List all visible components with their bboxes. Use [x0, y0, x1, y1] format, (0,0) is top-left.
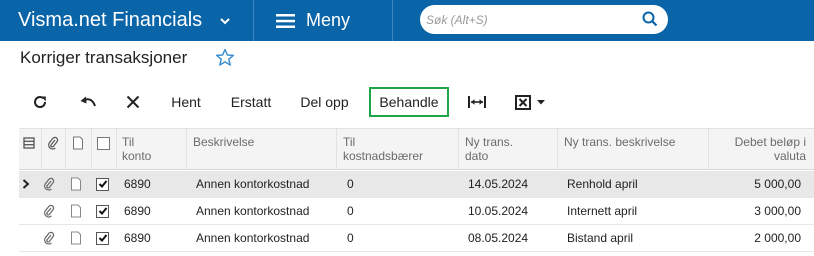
cell-debet-belop[interactable]: 5 000,00	[708, 171, 801, 197]
cell-beskrivelse[interactable]: Annen kontorkostnad	[196, 171, 309, 197]
col-ny-dato-label: Ny trans.	[465, 135, 514, 149]
table-row[interactable]: 6890 Annen kontorkostnad 0 14.05.2024 Re…	[19, 171, 814, 198]
company-switcher[interactable]: Visma.net Financials	[18, 0, 234, 41]
table-row[interactable]: 6890 Annen kontorkostnad 0 10.05.2024 In…	[19, 198, 814, 225]
cell-til-kostnadsbaerer[interactable]: 0	[347, 198, 354, 224]
note-icon[interactable]	[70, 171, 84, 197]
select-all-checkbox[interactable]	[97, 137, 110, 150]
undo-icon	[80, 96, 96, 107]
cell-ny-trans-beskrivelse[interactable]: Bistand april	[567, 225, 633, 251]
favorite-star-icon[interactable]	[215, 48, 235, 67]
close-icon	[126, 95, 140, 109]
paperclip-icon[interactable]	[43, 198, 59, 224]
erstatt-button[interactable]: Erstatt	[222, 87, 280, 117]
undo-button[interactable]	[76, 87, 100, 117]
column-selector-header[interactable]	[19, 129, 41, 170]
col-debet-label: Debet beløp i	[734, 135, 806, 149]
col-ny-trans-dato[interactable]: Ny trans. dato	[458, 129, 557, 170]
toolbar: Hent Erstatt Del opp Behandle	[0, 87, 814, 117]
paperclip-icon[interactable]	[43, 225, 59, 251]
note-icon[interactable]	[70, 225, 84, 251]
checkmark-icon	[96, 231, 109, 245]
transactions-grid: Til konto Beskrivelse Til kostnadsbærer …	[19, 128, 814, 256]
search-box	[420, 5, 668, 34]
cancel-button[interactable]	[121, 87, 145, 117]
top-bar: Visma.net Financials Meny	[0, 0, 814, 41]
row-checkbox[interactable]	[96, 198, 112, 224]
cell-ny-trans-dato[interactable]: 14.05.2024	[468, 171, 528, 197]
row-pointer-icon	[22, 171, 36, 197]
table-row[interactable]: 6890 Annen kontorkostnad 0 08.05.2024 Bi…	[19, 225, 814, 252]
row-checkbox[interactable]	[96, 225, 112, 251]
divider	[253, 0, 254, 41]
cell-ny-trans-dato[interactable]: 08.05.2024	[468, 225, 528, 251]
col-debet-belop[interactable]: Debet beløp i valuta	[708, 129, 814, 170]
cell-til-kostnadsbaerer[interactable]: 0	[347, 225, 354, 251]
paperclip-icon[interactable]	[43, 171, 59, 197]
col-til-kost-label-2: kostnadsbærer	[343, 149, 424, 163]
col-til-konto-label-2: konto	[122, 149, 152, 163]
col-til-konto-label: Til	[122, 135, 135, 149]
refresh-icon	[34, 96, 47, 108]
col-til-konto[interactable]: Til konto	[116, 129, 186, 170]
note-header	[65, 129, 91, 170]
col-til-kostnadsbaerer[interactable]: Til kostnadsbærer	[336, 129, 458, 170]
cell-til-kostnadsbaerer[interactable]: 0	[347, 171, 354, 197]
note-icon	[73, 136, 83, 150]
checkmark-icon	[96, 177, 109, 191]
del-opp-button[interactable]: Del opp	[292, 87, 357, 117]
columns-config-icon	[23, 137, 35, 149]
menu-label: Meny	[306, 10, 351, 30]
checkmark-icon	[96, 204, 109, 218]
excel-export-icon	[514, 94, 531, 110]
fit-width-button[interactable]	[463, 87, 491, 117]
col-beskrivelse[interactable]: Beskrivelse	[186, 129, 336, 170]
fit-width-icon	[468, 96, 486, 108]
paperclip-icon	[48, 136, 59, 150]
col-ny-beskr-label: Ny trans. beskrivelse	[564, 135, 676, 149]
attachment-header	[41, 129, 65, 170]
cell-debet-belop[interactable]: 3 000,00	[708, 198, 801, 224]
cell-ny-trans-dato[interactable]: 10.05.2024	[468, 198, 528, 224]
col-ny-trans-beskrivelse[interactable]: Ny trans. beskrivelse	[557, 129, 708, 170]
cell-til-konto[interactable]: 6890	[124, 198, 151, 224]
col-debet-label-2: valuta	[773, 149, 806, 163]
cell-debet-belop[interactable]: 2 000,00	[708, 225, 801, 251]
app-title: Visma.net Financials	[18, 9, 203, 31]
cell-til-konto[interactable]: 6890	[124, 171, 151, 197]
note-icon[interactable]	[70, 198, 84, 224]
cell-beskrivelse[interactable]: Annen kontorkostnad	[196, 225, 309, 251]
caret-down-icon	[536, 100, 545, 105]
cell-beskrivelse[interactable]: Annen kontorkostnad	[196, 198, 309, 224]
cell-ny-trans-beskrivelse[interactable]: Renhold april	[567, 171, 638, 197]
divider	[392, 0, 393, 41]
col-beskrivelse-label: Beskrivelse	[193, 135, 255, 149]
grid-header: Til konto Beskrivelse Til kostnadsbærer …	[19, 128, 814, 170]
row-checkbox[interactable]	[96, 171, 112, 197]
hamburger-icon	[276, 13, 295, 28]
export-excel-button[interactable]	[510, 87, 550, 117]
select-all-header[interactable]	[91, 129, 116, 170]
cell-ny-trans-beskrivelse[interactable]: Internett april	[567, 198, 637, 224]
refresh-button[interactable]	[28, 87, 52, 117]
menu-button[interactable]: Meny	[276, 0, 350, 41]
cell-til-konto[interactable]: 6890	[124, 225, 151, 251]
col-ny-dato-label-2: dato	[465, 149, 489, 163]
chevron-down-icon	[220, 17, 230, 24]
page-title: Korriger transaksjoner	[20, 48, 188, 67]
hent-button[interactable]: Hent	[163, 87, 209, 117]
behandle-button[interactable]: Behandle	[369, 87, 449, 117]
search-input[interactable]	[426, 9, 626, 30]
search-icon[interactable]	[642, 11, 658, 27]
col-til-kost-label: Til	[343, 135, 356, 149]
